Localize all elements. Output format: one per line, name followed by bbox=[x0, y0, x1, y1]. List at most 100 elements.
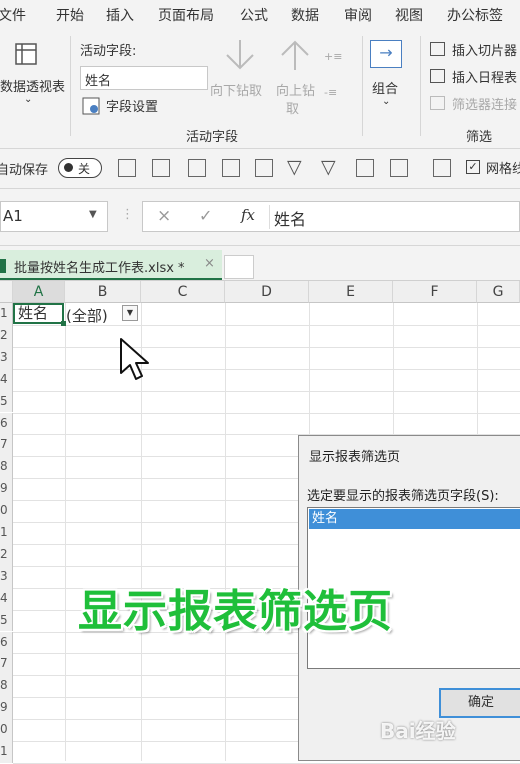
chevron-down-icon: ⌄ bbox=[24, 94, 33, 105]
insert-timeline-button[interactable]: 插入日程表 bbox=[430, 67, 520, 87]
cancel-icon[interactable]: × bbox=[157, 206, 171, 226]
row-header[interactable]: 2 bbox=[0, 324, 13, 347]
grid-icon[interactable] bbox=[433, 159, 451, 177]
menu-home[interactable]: 开始 bbox=[56, 5, 84, 25]
pivot-table-button[interactable]: 数据透视表 ⌄ bbox=[0, 38, 66, 108]
autosave-label: 自动保存 bbox=[0, 163, 49, 178]
row-header[interactable]: 7 bbox=[0, 434, 13, 457]
ribbon-separator bbox=[70, 36, 71, 136]
row-header[interactable]: 4 bbox=[0, 368, 13, 391]
filter-connections-button[interactable]: 筛选器连接 bbox=[430, 94, 520, 114]
column-header-d[interactable]: D bbox=[225, 281, 309, 303]
field-settings-icon bbox=[82, 97, 100, 115]
collapse-icon: -≡ bbox=[324, 86, 338, 99]
confirm-icon[interactable]: ✓ bbox=[199, 206, 212, 225]
active-field-input[interactable]: 姓名 bbox=[80, 66, 208, 90]
row-header[interactable]: 0 bbox=[0, 500, 13, 522]
timeline-icon bbox=[430, 69, 445, 83]
row-header[interactable]: 3 bbox=[0, 565, 13, 588]
pivot-table-label: 数据透视表 bbox=[0, 80, 66, 95]
row-header[interactable]: 9 bbox=[0, 478, 13, 501]
menu-view[interactable]: 视图 bbox=[395, 5, 423, 25]
filter-connection-icon bbox=[430, 96, 445, 110]
row-header[interactable]: 9 bbox=[0, 697, 13, 720]
drill-up-button[interactable]: 向上钻 取 +≡ -≡ bbox=[274, 36, 344, 117]
arrow-up-icon bbox=[281, 40, 309, 70]
table-icon[interactable] bbox=[118, 159, 136, 177]
column-header-g[interactable]: G bbox=[477, 281, 520, 303]
row-line bbox=[13, 390, 520, 392]
column-header-f[interactable]: F bbox=[393, 281, 477, 303]
column-header-e[interactable]: E bbox=[309, 281, 393, 303]
arrow-down-icon bbox=[226, 40, 254, 70]
drill-down-button[interactable]: 向下钻取 bbox=[210, 36, 270, 108]
insert-slicer-button[interactable]: 插入切片器 bbox=[430, 40, 520, 60]
list-item[interactable]: 姓名 bbox=[309, 509, 520, 529]
row-header[interactable]: 6 bbox=[0, 631, 13, 654]
insert-slicer-label: 插入切片器 bbox=[452, 44, 518, 59]
cell-b1[interactable]: (全部) bbox=[66, 305, 108, 326]
new-tab-button[interactable] bbox=[224, 255, 254, 279]
row-header[interactable]: 8 bbox=[0, 675, 13, 698]
row-line bbox=[13, 412, 520, 414]
cell-a1[interactable]: 姓名 bbox=[13, 303, 64, 324]
ribbon-separator bbox=[420, 36, 421, 136]
text-to-columns-icon[interactable] bbox=[356, 159, 374, 177]
chevron-down-icon[interactable]: ▼ bbox=[89, 209, 97, 220]
row-header[interactable]: 5 bbox=[0, 609, 13, 632]
dialog-prompt: 选定要显示的报表筛选页字段(S): bbox=[307, 489, 499, 504]
pivot-table-icon bbox=[15, 43, 37, 65]
column-line bbox=[65, 303, 66, 761]
column-header-b[interactable]: B bbox=[65, 281, 141, 303]
checkbox-checked-icon: ✓ bbox=[466, 160, 480, 174]
menu-formulas[interactable]: 公式 bbox=[240, 5, 268, 25]
gridlines-checkbox[interactable]: ✓ 网格线 bbox=[466, 158, 520, 178]
group-button[interactable]: → 组合 ⌄ bbox=[366, 38, 410, 118]
row-header[interactable]: 8 bbox=[0, 456, 13, 479]
menu-file[interactable]: 文件 bbox=[0, 5, 26, 25]
insert-timeline-label: 插入日程表 bbox=[452, 71, 518, 86]
formula-input[interactable]: × ✓ fx bbox=[142, 201, 520, 232]
menu-page-layout[interactable]: 页面布局 bbox=[158, 5, 214, 25]
ok-button[interactable]: 确定 bbox=[439, 688, 520, 718]
row-header[interactable]: 3 bbox=[0, 346, 13, 369]
row-header[interactable]: 1 bbox=[0, 303, 13, 325]
ribbon-separator bbox=[362, 36, 363, 136]
menu-review[interactable]: 审阅 bbox=[344, 5, 372, 25]
excel-icon bbox=[0, 259, 6, 273]
row-header[interactable]: 1 bbox=[0, 741, 13, 763]
formula-divider bbox=[269, 205, 270, 229]
menu-data[interactable]: 数据 bbox=[291, 5, 319, 25]
row-header[interactable]: 4 bbox=[0, 587, 13, 610]
sort-asc-icon[interactable] bbox=[222, 159, 240, 177]
menu-office-tab[interactable]: 办公标签 bbox=[447, 5, 503, 25]
column-header-a[interactable]: A bbox=[13, 281, 65, 303]
slicer-icon bbox=[430, 42, 445, 56]
select-all-corner[interactable] bbox=[0, 281, 13, 303]
clear-filter-icon[interactable] bbox=[390, 159, 408, 177]
workbook-tab[interactable]: 批量按姓名生成工作表.xlsx * × bbox=[0, 250, 222, 280]
sort-desc-icon[interactable] bbox=[255, 159, 273, 177]
layout-icon[interactable] bbox=[188, 159, 206, 177]
row-header[interactable]: 5 bbox=[0, 390, 13, 413]
field-settings-label: 字段设置 bbox=[106, 100, 159, 115]
row-header[interactable]: 0 bbox=[0, 719, 13, 741]
formula-content: 姓名 bbox=[274, 210, 307, 229]
function-icon[interactable]: fx bbox=[241, 206, 255, 224]
row-header[interactable]: 6 bbox=[0, 412, 13, 435]
row-header[interactable]: 7 bbox=[0, 653, 13, 676]
advanced-filter-icon[interactable]: ▽ bbox=[321, 156, 336, 178]
resize-handle-icon[interactable]: ⋮ bbox=[121, 207, 134, 222]
field-settings-button[interactable]: 字段设置 bbox=[80, 96, 180, 116]
autosave-toggle[interactable]: 关 bbox=[58, 158, 102, 178]
filter-icon[interactable]: ▽ bbox=[287, 156, 302, 178]
filter-dropdown-button[interactable]: ▼ bbox=[122, 305, 138, 321]
close-icon[interactable]: × bbox=[204, 256, 215, 271]
mouse-cursor-icon bbox=[120, 338, 149, 380]
chart-icon[interactable] bbox=[152, 159, 170, 177]
column-header-c[interactable]: C bbox=[141, 281, 225, 303]
row-header[interactable]: 2 bbox=[0, 543, 13, 566]
row-header[interactable]: 1 bbox=[0, 522, 13, 544]
menu-insert[interactable]: 插入 bbox=[106, 5, 134, 25]
arrow-right-icon: → bbox=[370, 40, 402, 68]
